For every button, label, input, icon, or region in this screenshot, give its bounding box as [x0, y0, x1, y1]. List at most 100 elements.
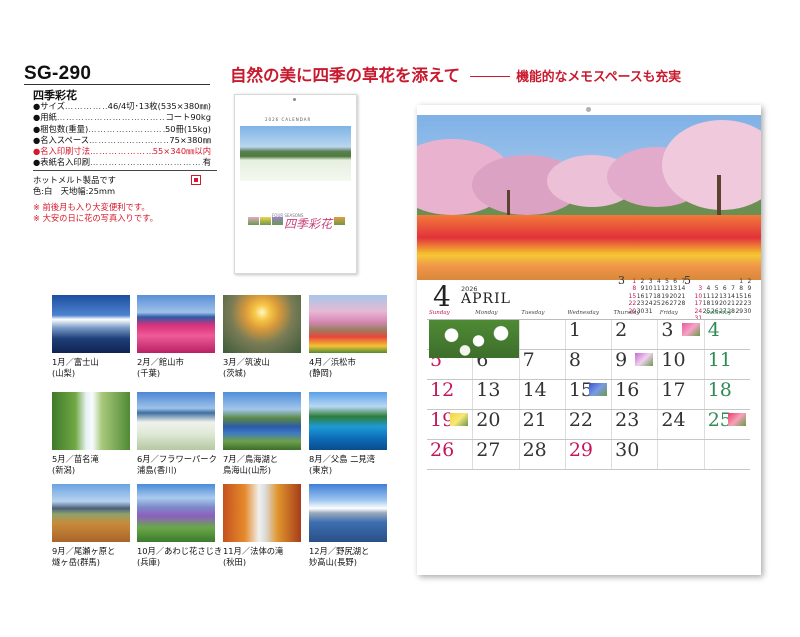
mini-day: 23: [743, 300, 752, 308]
spec-size: ●サイズ46/4切･13枚(535×380㎜): [33, 101, 211, 112]
weekday-label: Tuesday: [521, 310, 545, 316]
day-cell: 1: [564, 319, 611, 349]
mini-day: 22: [735, 300, 744, 308]
mini-day: 17: [644, 292, 653, 300]
spec-print-size: ●名入印刷寸法55×340㎜以内: [33, 146, 211, 157]
weekday-label: Wednesday: [567, 310, 599, 316]
photo-apr: [309, 295, 387, 353]
model-number: SG-290: [24, 63, 92, 84]
caption-feb: 2月／館山市 (千葉): [137, 357, 184, 378]
day-number: 20: [476, 409, 501, 431]
day-cell: 27: [472, 439, 518, 469]
day-cell: 15: [564, 379, 611, 409]
day-cell: 7: [518, 349, 565, 379]
mini-day: 19: [710, 300, 719, 308]
day-cell: 26: [427, 439, 472, 469]
spec-paper: ●用紙コート90kg: [33, 112, 211, 123]
mini-day: 7: [731, 285, 735, 293]
day-cell: 21: [518, 409, 565, 439]
mini-prev-label: 3: [618, 274, 625, 287]
mini-day: 20: [669, 292, 678, 300]
cover-flower-thumb: [334, 217, 345, 225]
taian-flower-photo: [681, 323, 700, 336]
cover-thumbnail: 2026 CALENDAR FOUR SEASONS 四季彩花: [234, 94, 357, 274]
week-row: 12 13 14 15 16 17 18: [427, 379, 750, 410]
week-row: 26 27 28 29 30: [427, 439, 750, 470]
mini-day: 16: [636, 292, 645, 300]
taian-flower-photo: [589, 383, 608, 396]
mini-day: 12: [661, 285, 669, 293]
photo-jul: [223, 392, 301, 450]
day-number: 27: [476, 439, 501, 461]
mini-day: 18: [653, 292, 661, 300]
day-number: 16: [615, 379, 640, 401]
day-cell: 18: [703, 379, 750, 409]
mini-day: 16: [743, 292, 752, 300]
photo-may: [52, 392, 130, 450]
hotmelt-note: ホットメルト製品です: [33, 175, 116, 185]
mini-day: 12: [710, 292, 719, 300]
day-number: 8: [568, 349, 581, 371]
day-cell: 9: [611, 349, 657, 379]
week-row: 19 20 21 22 23 24 25: [427, 409, 750, 440]
cover-flower-thumb: [260, 217, 271, 225]
weekday-label: Friday: [659, 310, 678, 316]
photo-feb: [137, 295, 215, 353]
day-number: 30: [615, 439, 640, 461]
day-cell: 25: [703, 409, 750, 439]
weekday-header: Sunday Monday Tuesday Wednesday Thursday…: [427, 310, 750, 320]
hanging-hole-icon: [586, 107, 591, 112]
caption-jun: 6月／フラワーパーク 浦島(香川): [137, 454, 217, 475]
day-cell: 16: [611, 379, 657, 409]
mini-day: 28: [677, 300, 686, 308]
mini-day: 11: [653, 285, 661, 293]
product-notes: ホットメルト製品です 色:白 天地幅:25mm ※ 前後月も入り大変便利です。 …: [33, 175, 158, 224]
cover-title: 四季彩花: [284, 217, 333, 231]
mini-day: 27: [669, 300, 678, 308]
mini-day: 24: [644, 300, 653, 308]
day-cell: 11: [703, 349, 750, 379]
mini-day: 25: [653, 300, 661, 308]
taian-flower-photo: [450, 413, 469, 426]
mini-day: 15: [735, 292, 744, 300]
color-note: 色:白 天地幅:25mm: [33, 186, 116, 196]
headline: 自然の美に四季の草花を添えて 機能的なメモスペースも充実: [230, 62, 681, 86]
calendar-page: 4 2026 APRIL 3 1 2 3 4 5 6 7 8 9 10 11 12 13 14 15 16 17…: [417, 105, 761, 575]
caption-jan: 1月／富士山 (山梨): [52, 357, 99, 378]
extra-note-2: ※ 大安の日に花の写真入りです。: [33, 213, 158, 223]
day-number: 18: [707, 379, 732, 401]
hotmelt-badge-icon: [191, 175, 201, 185]
day-number: 12: [430, 379, 455, 401]
day-cell: 2: [611, 319, 657, 349]
day-number: 7: [522, 349, 535, 371]
day-number: 3: [661, 319, 674, 341]
day-number: 14: [522, 379, 547, 401]
day-number: 29: [568, 439, 594, 461]
mini-day: 19: [661, 292, 669, 300]
day-number: 21: [522, 409, 547, 431]
mini-empty: [702, 278, 710, 285]
day-cell: 20: [472, 409, 518, 439]
hanging-hole-icon: [293, 98, 296, 101]
day-number: 22: [568, 409, 594, 431]
mini-day: 21: [727, 300, 735, 308]
caption-nov: 11月／法体の滝 (秋田): [223, 546, 284, 567]
day-number: 13: [476, 379, 501, 401]
day-number: 1: [568, 319, 581, 341]
headline-dash: [470, 76, 511, 77]
day-cell: 12: [427, 379, 472, 409]
mini-day: 9: [640, 285, 645, 293]
empty-day-cell: [703, 440, 750, 469]
caption-sep: 9月／尾瀬ヶ原と 燧ヶ岳(群馬): [52, 546, 116, 567]
headline-sub: 機能的なメモスペースも充実: [516, 70, 682, 85]
photo-sep: [52, 484, 130, 542]
photo-jun: [137, 392, 215, 450]
day-number: 11: [707, 349, 732, 371]
mini-day: 15: [628, 292, 637, 300]
day-cell: 24: [657, 409, 703, 439]
day-number: 9: [615, 349, 628, 371]
spec-list: ●サイズ46/4切･13枚(535×380㎜) ●用紙コート90kg ●梱包数(…: [33, 101, 211, 169]
mini-day: 6: [673, 278, 678, 285]
taian-flower-photo: [635, 353, 654, 366]
mini-day: 18: [702, 300, 711, 308]
